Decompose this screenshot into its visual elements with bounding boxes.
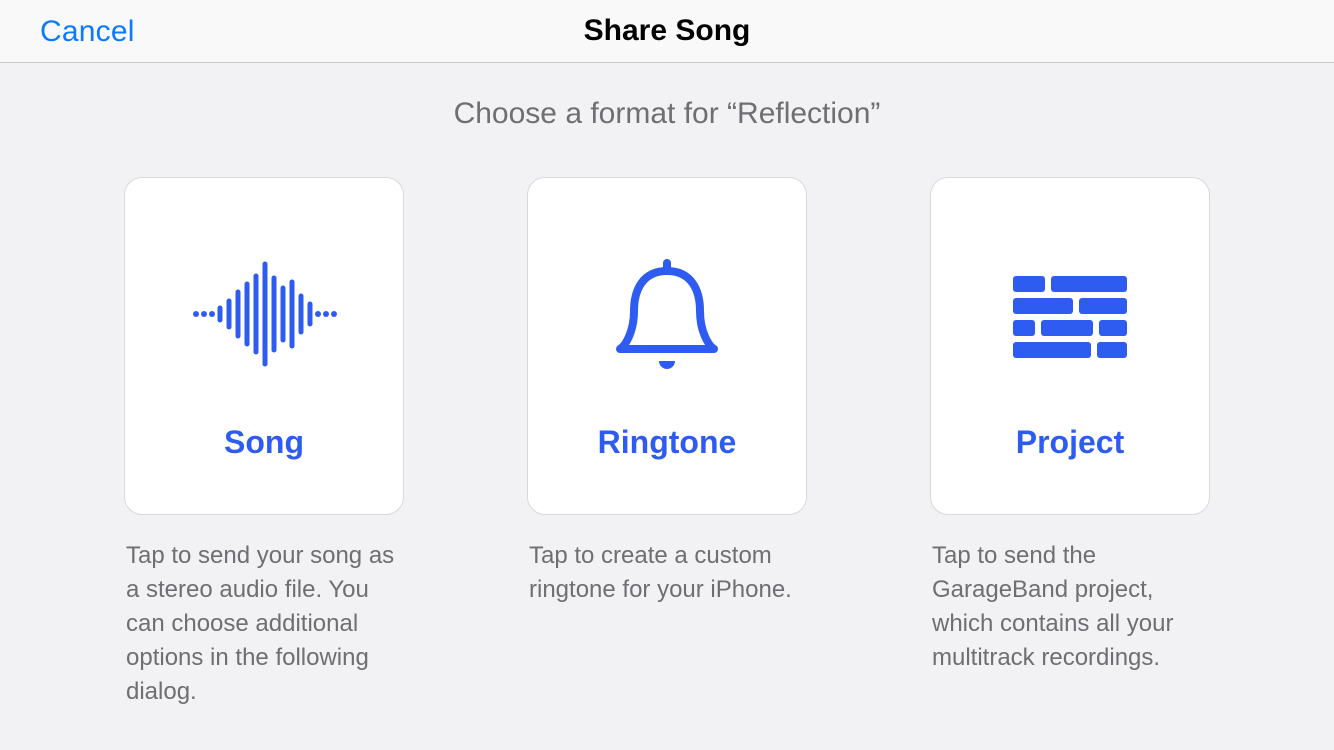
cancel-button[interactable]: Cancel <box>40 0 135 63</box>
song-description: Tap to send your song as a stereo audio … <box>124 539 404 709</box>
format-options-row: Song Tap to send your song as a stereo a… <box>0 177 1334 709</box>
waveform-icon <box>184 234 344 394</box>
bell-icon <box>587 234 747 394</box>
ringtone-card-label: Ringtone <box>598 424 737 461</box>
song-card[interactable]: Song <box>124 177 404 515</box>
option-song: Song Tap to send your song as a stereo a… <box>124 177 404 709</box>
content-area: Choose a format for “Reflection” <box>0 63 1334 709</box>
project-description: Tap to send the GarageBand project, whic… <box>930 539 1210 675</box>
tracks-icon <box>990 234 1150 394</box>
navbar: Cancel Share Song <box>0 0 1334 63</box>
page-title: Share Song <box>0 14 1334 48</box>
song-card-label: Song <box>224 424 304 461</box>
option-project: Project Tap to send the GarageBand proje… <box>930 177 1210 709</box>
subtitle-text: Choose a format for “Reflection” <box>0 97 1334 131</box>
ringtone-description: Tap to create a custom ringtone for your… <box>527 539 807 607</box>
project-card[interactable]: Project <box>930 177 1210 515</box>
project-card-label: Project <box>1016 424 1124 461</box>
ringtone-card[interactable]: Ringtone <box>527 177 807 515</box>
option-ringtone: Ringtone Tap to create a custom ringtone… <box>527 177 807 709</box>
